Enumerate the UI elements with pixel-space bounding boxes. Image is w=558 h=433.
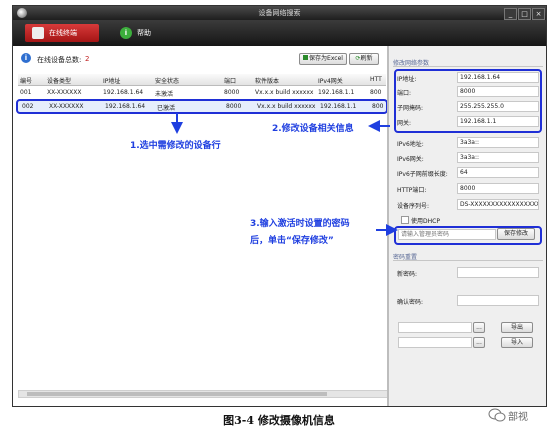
annotation-step3-line2: 后，单击“保存修改”: [250, 236, 334, 246]
figure-caption: 图3-4 修改摄像机信息: [223, 414, 335, 427]
annotation-step1: 1.选中需修改的设备行: [130, 141, 221, 151]
annotation-step2: 2.修改设备相关信息: [272, 124, 354, 134]
annotation-step3-line1: 3.输入激活时设置的密码: [250, 219, 350, 229]
watermark-text: 部视: [508, 412, 528, 423]
wechat-logo-icon: [488, 408, 506, 422]
